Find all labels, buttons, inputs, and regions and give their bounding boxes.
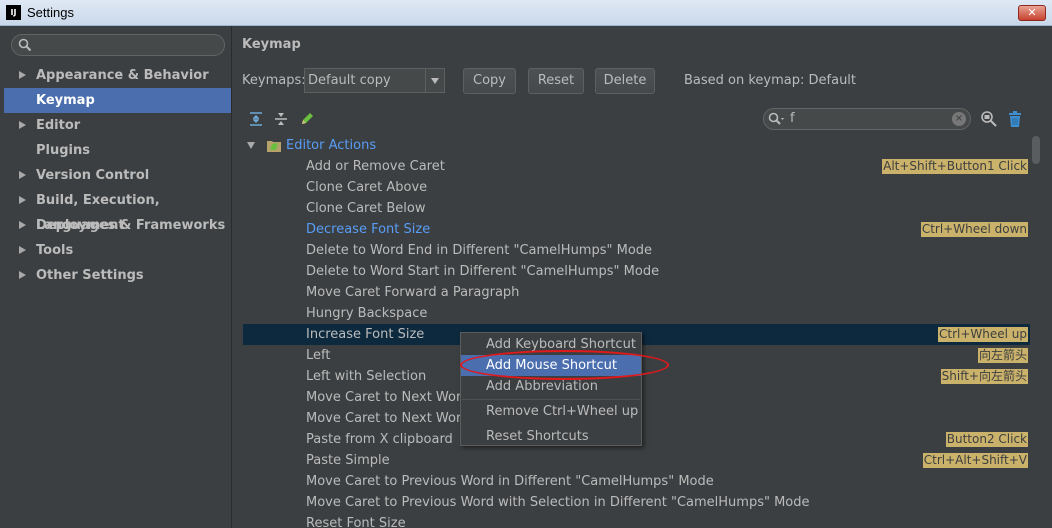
keymap-tree: Editor Actions Add or Remove Caret Alt+Sh…: [243, 134, 1031, 528]
action-name: Hungry Backspace: [306, 306, 428, 321]
scrollbar-thumb[interactable]: [1032, 136, 1040, 164]
search-icon: [18, 38, 32, 52]
close-button[interactable]: ✕: [1018, 5, 1046, 21]
expand-arrow-icon[interactable]: [247, 142, 255, 149]
keymap-panel: Keymap Keymaps: Default copy Copy Reset …: [233, 26, 1052, 528]
window-title: Settings: [27, 5, 74, 20]
action-name: Increase Font Size: [306, 327, 425, 342]
sidebar-item-label: Tools: [36, 243, 74, 258]
action-name: Add or Remove Caret: [306, 159, 445, 174]
sidebar-item-languages-frameworks[interactable]: Languages & Frameworks: [4, 213, 231, 238]
action-row[interactable]: Delete to Word End in Different "CamelHu…: [243, 240, 1031, 261]
action-name: Reset Font Size: [306, 516, 406, 528]
action-row[interactable]: Paste Simple Ctrl+Alt+Shift+V: [243, 450, 1031, 471]
action-name: Delete to Word Start in Different "Camel…: [306, 264, 660, 279]
action-name: Delete to Word End in Different "CamelHu…: [306, 243, 653, 258]
intellij-logo-icon: IJ: [6, 5, 21, 20]
keymap-select-value: Default copy: [308, 73, 391, 88]
sidebar-item-label: Plugins: [36, 143, 90, 158]
search-icon: [768, 112, 784, 125]
keymap-filter-input[interactable]: f ×: [763, 108, 971, 130]
shortcut-badge: Button2 Click: [945, 432, 1028, 447]
action-name: Left with Selection: [306, 369, 427, 384]
expand-arrow-icon[interactable]: [19, 221, 26, 229]
shortcut-badge: Ctrl+Wheel down: [920, 222, 1028, 237]
action-name: Move Caret to Previous Word in Different…: [306, 474, 714, 489]
tree-group-label: Editor Actions: [286, 138, 377, 153]
tree-scrollbar[interactable]: [1030, 134, 1042, 528]
tree-group-editor-actions[interactable]: Editor Actions: [243, 135, 1031, 156]
shortcut-badge: Shift+向左箭头: [940, 369, 1028, 384]
action-name: Decrease Font Size: [306, 222, 431, 237]
sidebar-item-version-control[interactable]: Version Control: [4, 163, 231, 188]
action-row[interactable]: Delete to Word Start in Different "Camel…: [243, 261, 1031, 282]
settings-search-input[interactable]: [11, 34, 225, 56]
shortcut-badge: 向左箭头: [977, 348, 1028, 363]
shortcut-badge: Alt+Shift+Button1 Click: [882, 159, 1028, 174]
sidebar-item-label: Keymap: [36, 93, 95, 108]
action-row[interactable]: Clone Caret Below: [243, 198, 1031, 219]
sidebar-item-label: Editor: [36, 118, 81, 133]
action-row[interactable]: Add or Remove Caret Alt+Shift+Button1 Cli…: [243, 156, 1031, 177]
keymap-select[interactable]: Default copy: [304, 68, 445, 93]
reset-button[interactable]: Reset: [528, 68, 584, 94]
clear-filter-icon[interactable]: ×: [952, 112, 966, 126]
sidebar-item-build-execution-deployment[interactable]: Build, Execution, Deployment: [4, 188, 231, 233]
sidebar-item-label: Languages & Frameworks: [36, 218, 226, 233]
based-on-label: Based on keymap: Default: [684, 73, 857, 88]
action-name: Clone Caret Below: [306, 201, 426, 216]
highlight-ellipse-annotation: [460, 350, 669, 380]
action-row[interactable]: Reset Font Size: [243, 513, 1031, 528]
action-row[interactable]: Decrease Font Size Ctrl+Wheel down: [243, 219, 1031, 240]
menu-separator: [462, 399, 640, 400]
sidebar-item-other-settings[interactable]: Other Settings: [4, 263, 231, 288]
action-name: Paste from X clipboard: [306, 432, 453, 447]
sidebar-item-tools[interactable]: Tools: [4, 238, 231, 263]
action-row[interactable]: Move Caret to Previous Word in Different…: [243, 471, 1031, 492]
title-bar: IJ Settings ✕: [0, 0, 1052, 26]
action-name: Move Caret Forward a Paragraph: [306, 285, 520, 300]
sidebar-item-keymap[interactable]: Keymap: [4, 88, 231, 113]
expand-arrow-icon[interactable]: [19, 271, 26, 279]
action-row[interactable]: Move Caret Forward a Paragraph: [243, 282, 1031, 303]
action-name: Clone Caret Above: [306, 180, 428, 195]
expand-arrow-icon[interactable]: [19, 121, 26, 129]
keymaps-label: Keymaps:: [242, 73, 306, 88]
sidebar-item-editor[interactable]: Editor: [4, 113, 231, 138]
edit-shortcut-icon[interactable]: [299, 111, 315, 127]
action-row[interactable]: Move Caret to Previous Word with Selecti…: [243, 492, 1031, 513]
collapse-all-icon[interactable]: [273, 111, 289, 127]
sidebar-item-plugins[interactable]: Plugins: [4, 138, 231, 163]
sidebar-item-appearance-behavior[interactable]: Appearance & Behavior: [4, 63, 231, 88]
action-row[interactable]: Hungry Backspace: [243, 303, 1031, 324]
expand-arrow-icon[interactable]: [19, 196, 26, 204]
expand-arrow-icon[interactable]: [19, 171, 26, 179]
action-name: Left: [306, 348, 331, 363]
expand-arrow-icon[interactable]: [19, 246, 26, 254]
action-name: Paste Simple: [306, 453, 390, 468]
action-name: Move Caret to Next Word: [306, 390, 470, 405]
trash-icon[interactable]: [1006, 110, 1024, 128]
sidebar-item-label: Appearance & Behavior: [36, 68, 209, 83]
action-name: Move Caret to Next Word: [306, 411, 470, 426]
action-name: Move Caret to Previous Word with Selecti…: [306, 495, 810, 510]
action-row[interactable]: Clone Caret Above: [243, 177, 1031, 198]
context-menu: Add Keyboard Shortcut Add Mouse Shortcut A…: [460, 332, 642, 446]
shortcut-badge: Ctrl+Alt+Shift+V: [922, 453, 1028, 468]
page-title: Keymap: [242, 37, 301, 52]
find-by-shortcut-icon[interactable]: [980, 110, 998, 128]
chevron-down-icon[interactable]: [425, 69, 444, 92]
delete-button[interactable]: Delete: [595, 68, 655, 94]
copy-button[interactable]: Copy: [463, 68, 516, 94]
menu-item-remove-ctrl-wheel-up[interactable]: Remove Ctrl+Wheel up: [461, 401, 641, 422]
expand-arrow-icon[interactable]: [19, 71, 26, 79]
shortcut-badge: Ctrl+Wheel up: [937, 327, 1028, 342]
settings-sidebar: Appearance & Behavior Keymap Editor Plugins…: [0, 26, 232, 528]
filter-input-value: f: [790, 111, 795, 126]
sidebar-item-label: Other Settings: [36, 268, 144, 283]
expand-all-icon[interactable]: [248, 111, 264, 127]
menu-item-reset-shortcuts[interactable]: Reset Shortcuts: [461, 426, 641, 447]
folder-icon: [267, 141, 281, 152]
sidebar-item-label: Version Control: [36, 168, 150, 183]
